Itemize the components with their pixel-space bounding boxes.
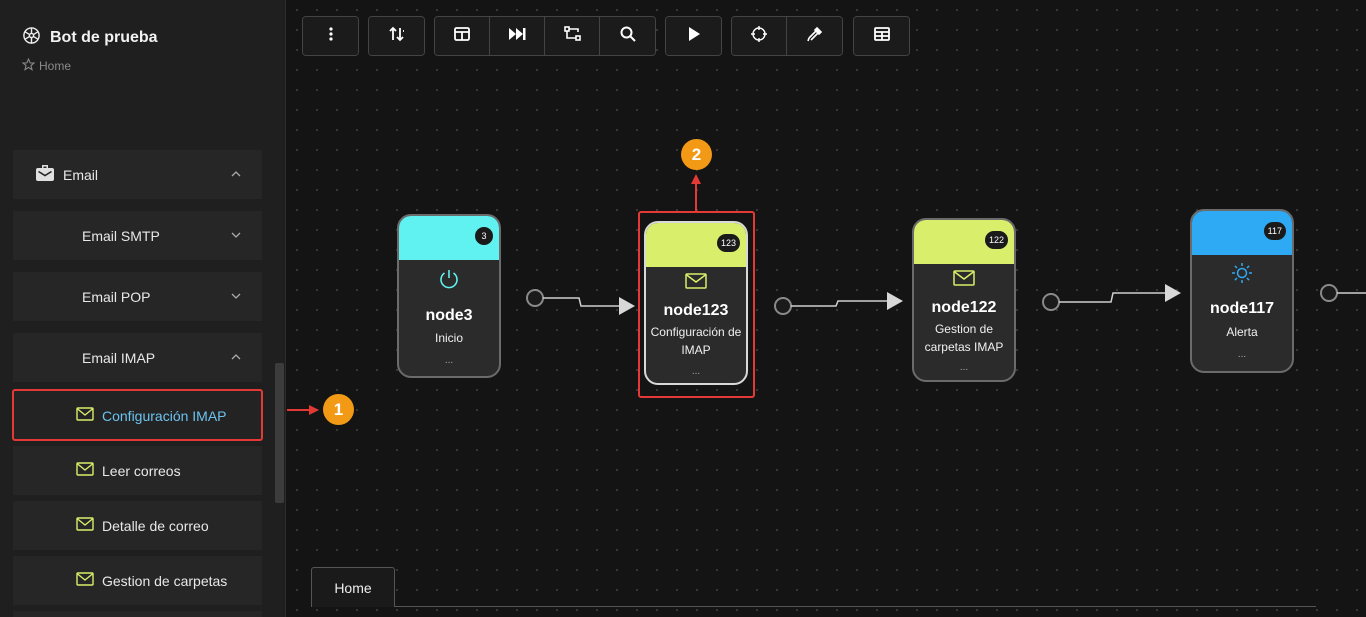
node-name: node117: [1209, 300, 1275, 317]
mail-icon: [76, 462, 94, 479]
menu-item-email-imap[interactable]: Email IMAP: [13, 333, 262, 382]
flow-node-node3[interactable]: 3 node3 Inicio ...: [397, 214, 501, 378]
annotation-arrow-1: [287, 405, 319, 415]
menu-item-email-label: Email: [63, 166, 99, 183]
toolbar-group-tools: [731, 16, 843, 56]
highlight-box-node123: [638, 211, 755, 398]
chevron-up-icon[interactable]: [230, 350, 242, 366]
menu-item-email-smtp-label: Email SMTP: [82, 227, 160, 244]
toolbar-group-view: [434, 16, 656, 56]
toolbar-group-menu: [302, 16, 359, 56]
sidebar-scrollbar[interactable]: [275, 363, 284, 503]
search-button[interactable]: [600, 17, 655, 55]
flow-node-node122[interactable]: 122 node122 Gestion de carpetas IMAP ...: [912, 218, 1016, 382]
app-title-row: Bot de prueba: [22, 26, 158, 50]
sidebar-item-label: Leer correos: [102, 462, 181, 479]
power-icon: [399, 268, 499, 290]
menu-item-email-pop-label: Email POP: [82, 288, 151, 305]
node-badge: 122: [984, 231, 1008, 249]
connection-node123-node122: [774, 292, 903, 315]
sidebar-item-label: Gestion de carpetas: [102, 572, 228, 589]
play-button[interactable]: [666, 17, 721, 55]
sun-icon: [1192, 262, 1292, 284]
highlight-box-configuracion-imap: [12, 389, 263, 441]
flow-canvas[interactable]: 3 node3 Inicio ... 123 node123 Configura…: [287, 0, 1366, 617]
sidebar-item-leer-correos[interactable]: Leer correos: [13, 446, 262, 495]
node-more[interactable]: ...: [399, 355, 499, 366]
table-view-button[interactable]: [854, 17, 909, 55]
toolbar-group-run: [665, 16, 722, 56]
toolbar-group-table: [853, 16, 910, 56]
chevron-up-icon[interactable]: [230, 167, 242, 183]
center-view-button[interactable]: [732, 17, 787, 55]
connection-node117-out: [1320, 284, 1366, 302]
crosshair-icon: [751, 25, 767, 47]
table-icon: [873, 26, 890, 46]
menu-item-email-smtp[interactable]: Email SMTP: [13, 211, 262, 260]
tab-bar-divider: [395, 606, 1316, 607]
play-icon: [688, 26, 700, 46]
more-options-button[interactable]: [303, 17, 358, 55]
sidebar-item-label: Detalle de correo: [102, 517, 209, 534]
annotation-arrow-2: [691, 174, 701, 211]
sidebar-item-partial[interactable]: [13, 611, 262, 617]
panel-layout-button[interactable]: [435, 17, 490, 55]
node-description: Alerta: [1226, 325, 1258, 339]
breadcrumb[interactable]: Home: [21, 57, 71, 74]
node-more[interactable]: ...: [914, 362, 1014, 373]
route-icon: [563, 26, 581, 46]
search-icon: [620, 26, 636, 47]
node-name: node122: [931, 299, 997, 316]
menu-item-email[interactable]: Email: [13, 150, 262, 199]
panel-icon: [454, 26, 470, 46]
route-button[interactable]: [545, 17, 600, 55]
chevron-down-icon[interactable]: [230, 289, 242, 305]
star-icon: [21, 57, 36, 74]
menu-item-email-imap-label: Email IMAP: [82, 349, 156, 366]
sidebar-item-detalle-de-correo[interactable]: Detalle de correo: [13, 501, 262, 550]
sort-icon: [388, 26, 406, 47]
bot-logo-icon: [22, 26, 41, 50]
connection-node3-node123: [526, 289, 635, 315]
connection-node122-node117: [1042, 284, 1181, 311]
node-name: node3: [425, 307, 473, 324]
mail-icon: [76, 572, 94, 589]
eyedropper-button[interactable]: [787, 17, 842, 55]
sort-button[interactable]: [369, 17, 424, 55]
mail-icon: [76, 517, 94, 534]
flow-node-node117[interactable]: 117 node117 Alerta ...: [1190, 209, 1294, 373]
toolbar-group-sort: [368, 16, 425, 56]
node-more[interactable]: ...: [1192, 349, 1292, 360]
skip-forward-icon: [508, 27, 526, 45]
breadcrumb-home[interactable]: Home: [39, 59, 71, 73]
sidebar-item-gestion-de-carpetas[interactable]: Gestion de carpetas: [13, 556, 262, 605]
skip-forward-button[interactable]: [490, 17, 545, 55]
more-vert-icon: [328, 26, 333, 46]
mail-icon: [914, 270, 1014, 286]
app-title: Bot de prueba: [50, 29, 158, 46]
step-marker-1: 1: [323, 394, 354, 425]
step-marker-2: 2: [681, 139, 712, 170]
sidebar: Bot de prueba Home Email Email SMTP Emai…: [0, 0, 286, 617]
node-description: Inicio: [434, 331, 463, 345]
node-description: Gestion de carpetas IMAP: [924, 322, 1004, 354]
node-badge: 117: [1263, 222, 1286, 240]
tab-home[interactable]: Home: [311, 567, 395, 607]
eyedropper-icon: [806, 26, 823, 47]
email-briefcase-icon: [35, 164, 55, 185]
node-badge: 3: [475, 227, 493, 245]
chevron-down-icon[interactable]: [230, 228, 242, 244]
menu-item-email-pop[interactable]: Email POP: [13, 272, 262, 321]
